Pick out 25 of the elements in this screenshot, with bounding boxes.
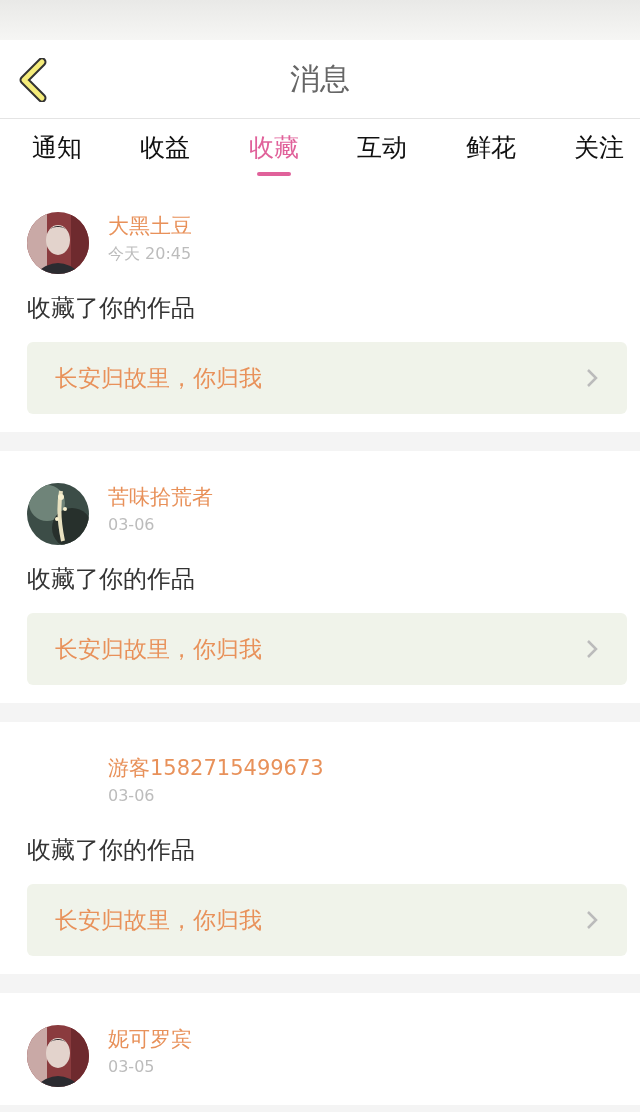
tab[interactable]: 通知: [26, 119, 88, 180]
user-name[interactable]: 游客1582715499673: [108, 754, 324, 782]
work-link[interactable]: 长安归故里，你归我: [27, 342, 627, 414]
tab[interactable]: 收藏: [242, 119, 305, 180]
back-icon[interactable]: [18, 58, 48, 102]
user-name[interactable]: 大黑土豆: [108, 212, 192, 240]
work-link[interactable]: 长安归故里，你归我: [27, 613, 627, 685]
message-time: 今天 20:45: [108, 244, 192, 265]
user-name[interactable]: 妮可罗宾: [108, 1025, 192, 1053]
message-time: 03-06: [108, 515, 156, 534]
message-time: 03-06: [108, 786, 156, 805]
message-text: 收藏了你的作品: [27, 835, 196, 866]
chevron-icon: [585, 638, 599, 660]
tab[interactable]: 互动: [351, 119, 414, 180]
tab[interactable]: 收益: [134, 119, 197, 180]
tab[interactable]: 鲜花: [459, 119, 522, 180]
message-text: 收藏了你的作品: [27, 293, 196, 324]
user-name[interactable]: 苦味拾荒者: [108, 483, 213, 511]
message-time: 03-05: [108, 1057, 156, 1076]
tab[interactable]: 关注: [567, 119, 630, 180]
chevron-icon: [585, 367, 599, 389]
work-link[interactable]: 长安归故里，你归我: [27, 884, 627, 956]
message-text: 收藏了你的作品: [27, 564, 196, 595]
page-title: 消息: [290, 59, 350, 98]
chevron-icon: [585, 909, 599, 931]
